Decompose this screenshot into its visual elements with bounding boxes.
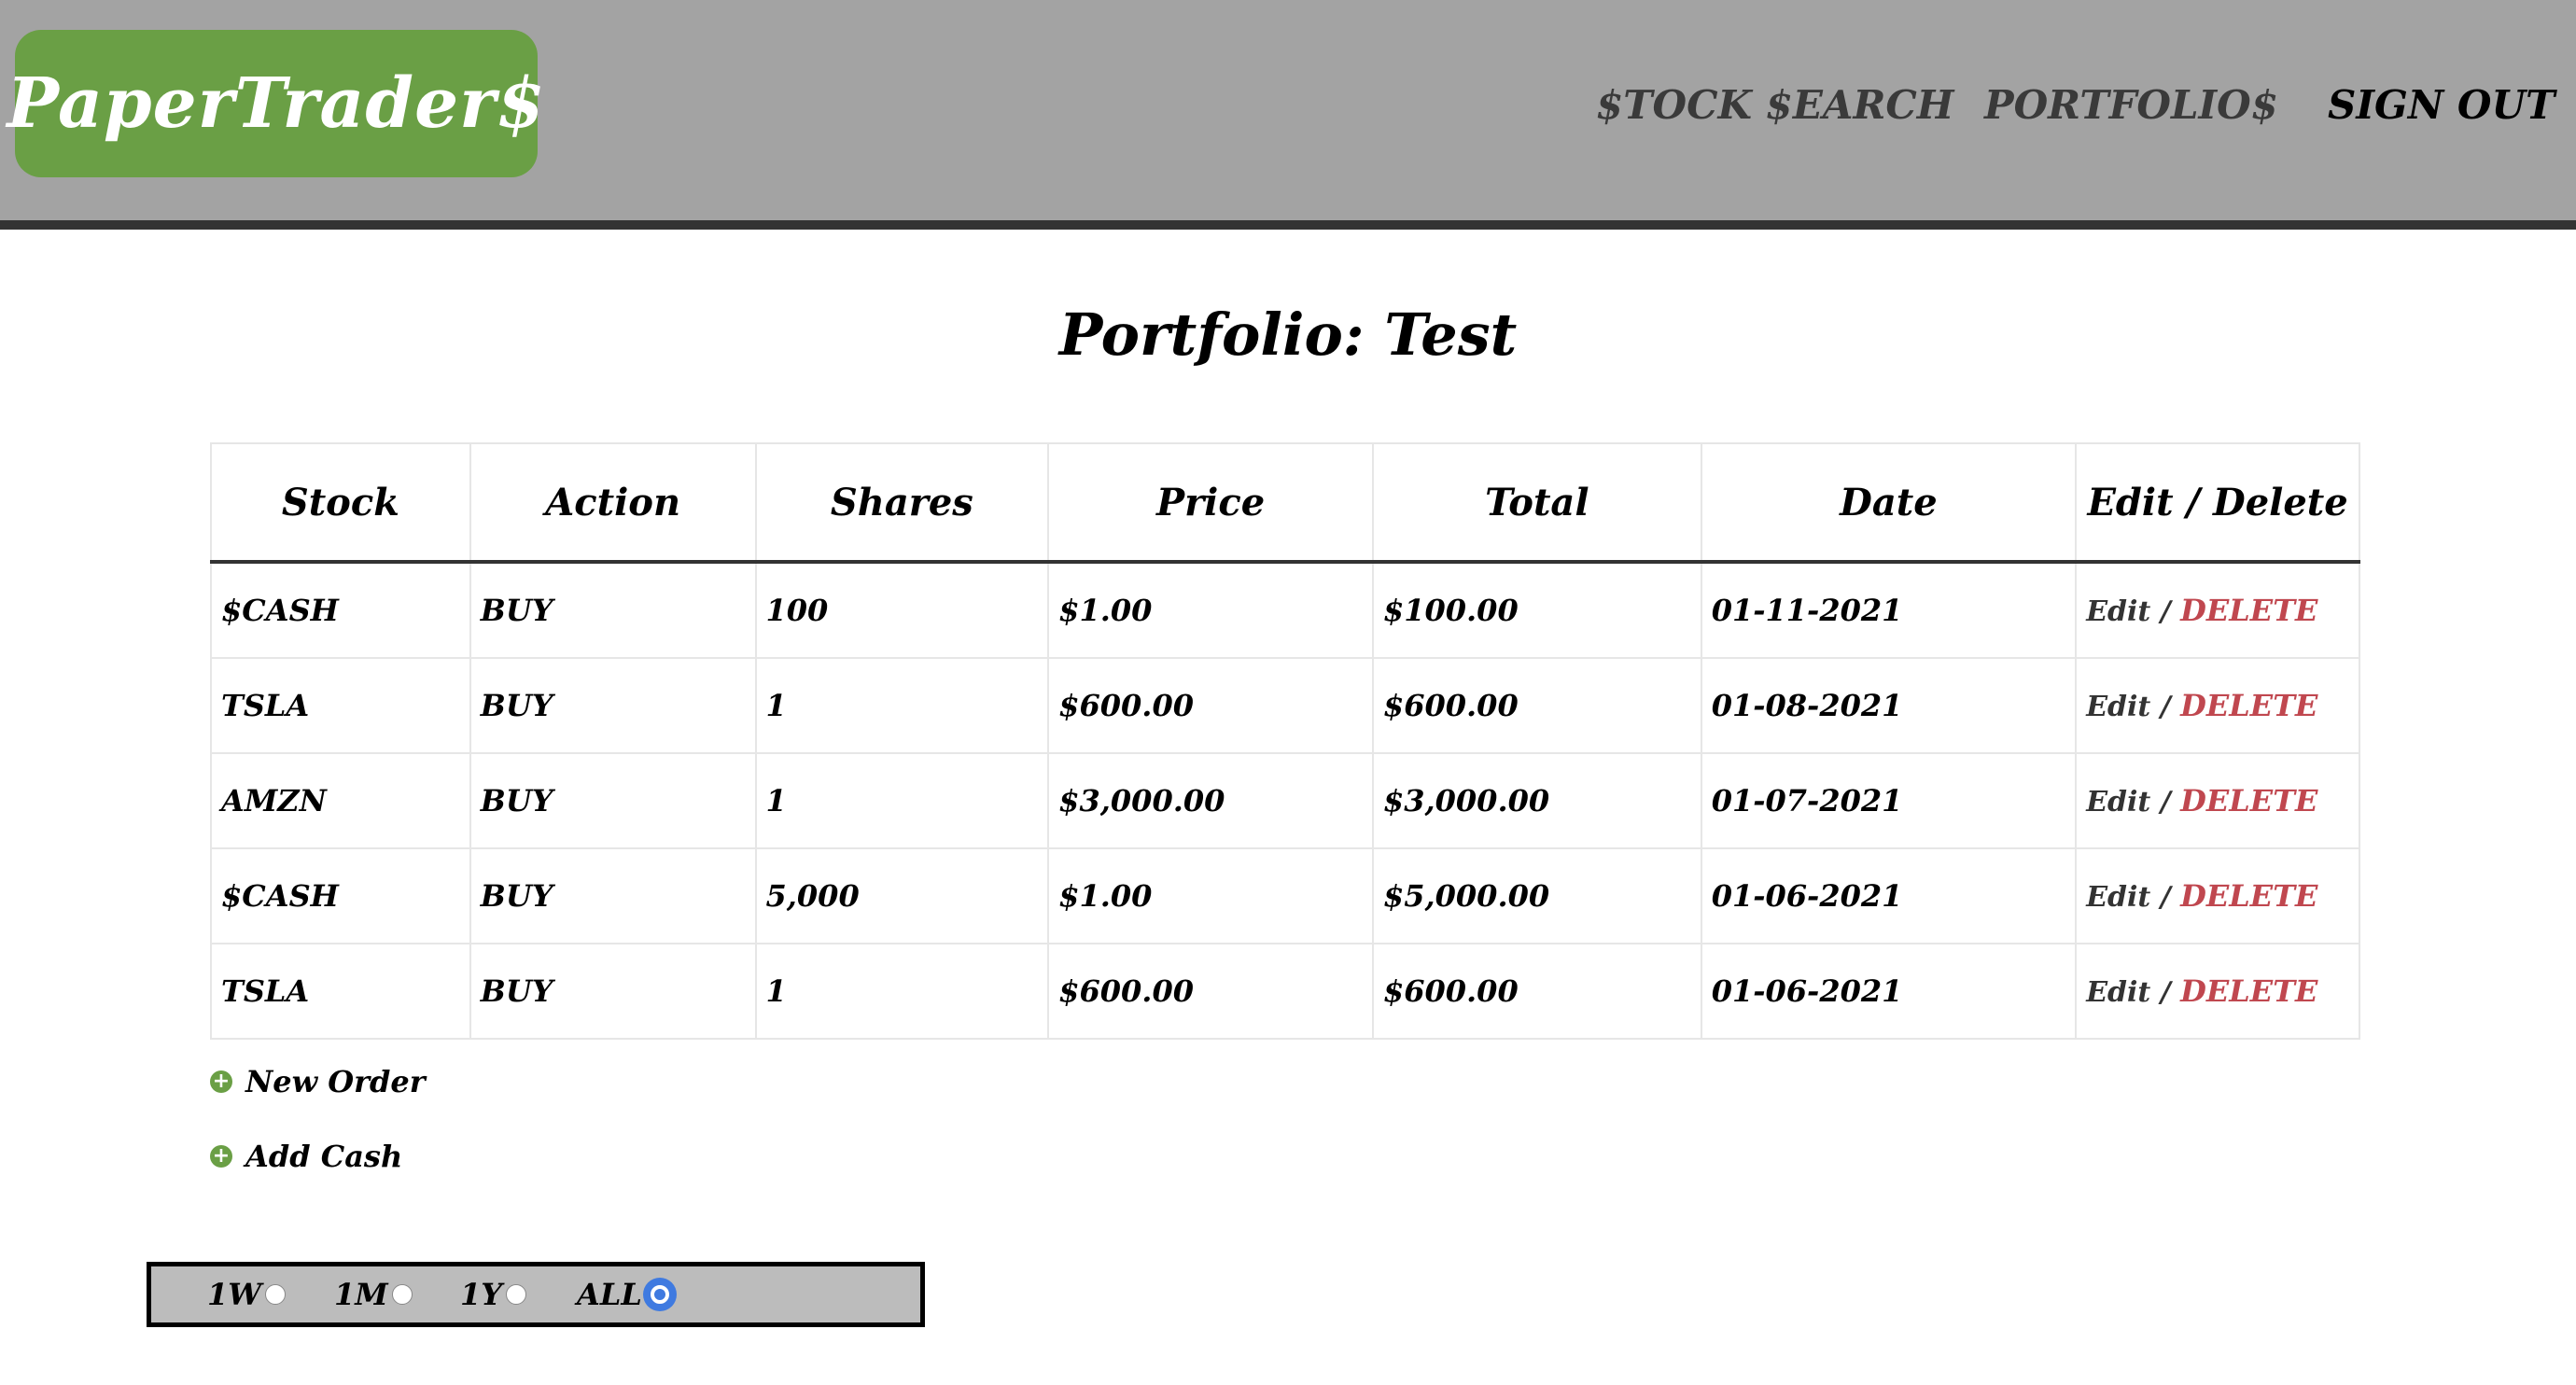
nav-portfolios[interactable]: PORTFOLIO$ [1984,75,2278,134]
top-navbar: PaperTrader$ $TOCK $EARCH PORTFOLIO$ SIG… [0,0,2576,230]
cell-stock: TSLA [210,658,471,754]
column-header-shares: Shares [755,442,1050,564]
table-header-row: Stock Action Shares Price Total Date Edi… [210,442,2360,564]
delete-link[interactable]: DELETE [2180,973,2317,1009]
cell-edit-delete: Edit / DELETE [2076,944,2360,1040]
cell-date: 01-08-2021 [1701,658,2078,754]
cell-edit-delete: Edit / DELETE [2076,753,2360,849]
column-header-stock: Stock [210,442,471,564]
plus-circle-icon: + [210,1070,232,1093]
radio-1m[interactable] [391,1284,413,1305]
cell-total: $600.00 [1372,658,1702,754]
radio-all[interactable] [645,1280,674,1308]
orders-table: Stock Action Shares Price Total Date Edi… [210,442,2360,1040]
cell-total: $5,000.00 [1372,848,1702,944]
separator: / [2150,881,2181,914]
separator: / [2150,976,2181,1009]
nav-sign-out[interactable]: SIGN OUT [2328,75,2555,134]
edit-link[interactable]: Edit [2086,595,2150,628]
cell-price: $1.00 [1048,562,1374,659]
cell-edit-delete: Edit / DELETE [2076,562,2360,659]
edit-link[interactable]: Edit [2086,881,2150,914]
column-header-action: Action [469,442,757,564]
separator: / [2150,595,2181,628]
cell-action: BUY [469,658,757,754]
cell-price: $600.00 [1048,658,1374,754]
range-option-1y[interactable]: 1Y [460,1266,527,1322]
nav-stock-search[interactable]: $TOCK $EARCH [1596,75,1953,134]
column-header-price: Price [1048,442,1374,564]
cell-edit-delete: Edit / DELETE [2076,658,2360,754]
cell-price: $1.00 [1048,848,1374,944]
separator: / [2150,786,2181,818]
edit-link[interactable]: Edit [2086,786,2150,818]
range-option-1w[interactable]: 1W [207,1266,287,1322]
delete-link[interactable]: DELETE [2180,783,2317,818]
cell-total: $600.00 [1372,944,1702,1040]
cell-edit-delete: Edit / DELETE [2076,848,2360,944]
delete-link[interactable]: DELETE [2180,878,2317,914]
new-order-button[interactable]: + New Order [210,1064,426,1099]
delete-link[interactable]: DELETE [2180,593,2317,628]
separator: / [2150,691,2181,723]
cell-date: 01-11-2021 [1701,562,2078,659]
cell-price: $600.00 [1048,944,1374,1040]
add-cash-button[interactable]: + Add Cash [210,1139,402,1174]
cell-shares: 100 [755,562,1050,659]
range-option-all[interactable]: ALL [577,1266,674,1322]
range-option-1m[interactable]: 1M [334,1266,413,1322]
column-header-date: Date [1701,442,2078,564]
range-label-all: ALL [577,1277,642,1312]
cell-stock: TSLA [210,944,471,1040]
table-row: $CASH BUY 100 $1.00 $100.00 01-11-2021 E… [210,562,2360,659]
radio-1w[interactable] [265,1284,287,1305]
add-cash-label: Add Cash [245,1139,403,1174]
cell-price: $3,000.00 [1048,753,1374,849]
edit-link[interactable]: Edit [2086,976,2150,1009]
cell-stock: AMZN [210,753,471,849]
range-label-1m: 1M [334,1277,388,1312]
cell-date: 01-07-2021 [1701,753,2078,849]
time-range-selector: 1W 1M 1Y ALL [147,1262,925,1327]
column-header-edit-delete: Edit / Delete [2076,442,2360,564]
table-row: TSLA BUY 1 $600.00 $600.00 01-08-2021 Ed… [210,658,2360,754]
delete-link[interactable]: DELETE [2180,688,2317,723]
edit-link[interactable]: Edit [2086,691,2150,723]
page-title: Portfolio: Test [1058,301,1518,369]
table-row: TSLA BUY 1 $600.00 $600.00 01-06-2021 Ed… [210,944,2360,1040]
cell-action: BUY [469,848,757,944]
range-label-1y: 1Y [460,1277,503,1312]
table-row: AMZN BUY 1 $3,000.00 $3,000.00 01-07-202… [210,753,2360,849]
cell-action: BUY [469,753,757,849]
cell-action: BUY [469,562,757,659]
cell-date: 01-06-2021 [1701,848,2078,944]
cell-stock: $CASH [210,562,471,659]
cell-stock: $CASH [210,848,471,944]
cell-shares: 1 [755,658,1050,754]
column-header-total: Total [1372,442,1702,564]
cell-action: BUY [469,944,757,1040]
plus-circle-icon: + [210,1145,232,1168]
radio-1y[interactable] [506,1284,527,1305]
cell-shares: 1 [755,944,1050,1040]
table-row: $CASH BUY 5,000 $1.00 $5,000.00 01-06-20… [210,848,2360,944]
new-order-label: New Order [245,1064,426,1099]
cell-total: $100.00 [1372,562,1702,659]
range-label-1w: 1W [207,1277,262,1312]
cell-shares: 5,000 [755,848,1050,944]
cell-shares: 1 [755,753,1050,849]
cell-total: $3,000.00 [1372,753,1702,849]
cell-date: 01-06-2021 [1701,944,2078,1040]
app-logo[interactable]: PaperTrader$ [7,30,545,177]
